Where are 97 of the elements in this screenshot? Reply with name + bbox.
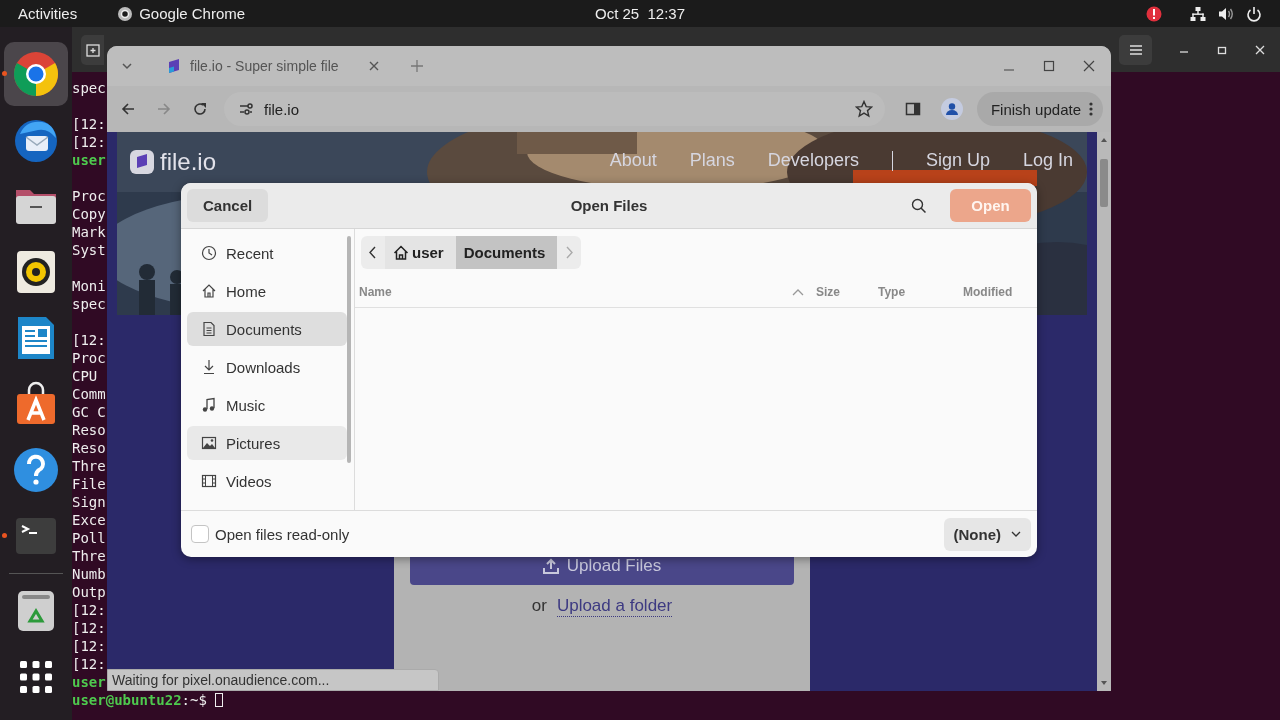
document-icon: [201, 321, 217, 337]
terminal-line: Exce: [72, 511, 106, 529]
prompt-user: user@ubuntu22: [72, 691, 182, 709]
sidebar-item[interactable]: Videos: [187, 464, 347, 498]
terminal-line: [12:: [72, 331, 106, 349]
status-bubble: Waiting for pixel.onaudience.com...: [107, 669, 439, 691]
address-bar[interactable]: file.io: [224, 92, 885, 126]
dialog-title: Open Files: [570, 197, 648, 214]
sidebar-item[interactable]: Home: [187, 274, 347, 308]
sidebar-item[interactable]: Downloads: [187, 350, 347, 384]
sidebar-item[interactable]: Pictures: [187, 426, 347, 460]
download-icon: [201, 359, 217, 375]
terminal-line: Reso: [72, 421, 106, 439]
star-icon[interactable]: [854, 100, 873, 118]
search-icon[interactable]: [911, 197, 927, 214]
terminal-line: [12:: [72, 655, 106, 673]
home-icon: [201, 283, 217, 299]
close-icon[interactable]: [1083, 60, 1095, 72]
or-text: or: [531, 596, 547, 617]
terminal-line: [12:: [72, 619, 106, 637]
network-icon[interactable]: [1190, 5, 1206, 22]
clock-icon: [201, 245, 217, 261]
terminal-line: user: [72, 151, 106, 169]
terminal-line: Poll: [72, 529, 106, 547]
path-button[interactable]: Documents: [455, 236, 558, 269]
scroll-thumb[interactable]: [1100, 159, 1108, 207]
clock[interactable]: Oct 25 12:37: [594, 5, 686, 22]
caret-icon: [1011, 531, 1021, 537]
terminal-line: File: [72, 475, 106, 493]
terminal-line: user: [72, 673, 106, 691]
cursor: [214, 693, 223, 707]
terminal-line: Proc: [72, 349, 106, 367]
terminal-line: Copy: [72, 205, 106, 223]
read-only-checkbox[interactable]: [191, 525, 209, 543]
back-icon[interactable]: [120, 101, 136, 117]
upload-folder-link[interactable]: Upload a folder: [556, 596, 673, 617]
scrollbar[interactable]: [347, 236, 351, 463]
terminal-line: Outp: [72, 583, 106, 601]
nav-link[interactable]: Sign Up: [925, 150, 990, 171]
help-icon[interactable]: [12, 446, 60, 494]
music-note-icon: [201, 397, 217, 413]
cancel-button[interactable]: Cancel: [187, 189, 268, 222]
close-tab-icon[interactable]: [369, 61, 379, 71]
new-tab-button[interactable]: [81, 34, 104, 65]
sidebar-item[interactable]: Music: [187, 388, 347, 422]
app-menu-button[interactable]: Google Chrome: [139, 5, 246, 22]
tab-search-icon[interactable]: [121, 60, 133, 72]
terminal-line: Moni: [72, 277, 106, 295]
profile-icon[interactable]: [940, 98, 963, 120]
film-icon: [201, 473, 217, 489]
side-panel-icon[interactable]: [904, 101, 921, 117]
site-logo[interactable]: file.io: [160, 148, 217, 176]
terminal-line: [12:: [72, 133, 106, 151]
power-icon[interactable]: [1246, 5, 1262, 22]
prompt-path: :~$: [181, 691, 207, 709]
activities-button[interactable]: Activities: [18, 5, 78, 22]
read-only-label[interactable]: Open files read-only: [215, 525, 350, 543]
terminal-line: [12:: [72, 637, 106, 655]
volume-icon[interactable]: [1218, 5, 1234, 22]
terminal-line: Mark: [72, 223, 106, 241]
browser-icon: [117, 5, 134, 22]
terminal-line: Sign: [72, 493, 106, 511]
maximize-icon[interactable]: [1043, 60, 1055, 72]
terminal-line: Numb: [72, 565, 106, 583]
sidebar-item[interactable]: Recent: [187, 236, 347, 270]
terminal-line: GC C: [72, 403, 106, 421]
site-settings-icon[interactable]: [238, 101, 254, 117]
menu-button[interactable]: [1119, 34, 1152, 65]
upload-icon: [542, 557, 559, 574]
new-tab-icon: [85, 41, 101, 58]
reload-icon[interactable]: [192, 101, 208, 117]
scroll-down-icon[interactable]: [1100, 680, 1108, 686]
home-icon: [393, 244, 409, 261]
terminal-line: Thre: [72, 547, 106, 565]
path-button[interactable]: user: [385, 236, 456, 269]
logo-icon[interactable]: [130, 150, 154, 174]
terminal-line: Thre: [72, 457, 106, 475]
browser-icon[interactable]: [12, 50, 60, 98]
scroll-up-icon[interactable]: [1100, 137, 1108, 143]
file-type-dropdown[interactable]: (None): [943, 517, 1031, 551]
favicon-icon: [167, 58, 181, 74]
terminal-line: Reso: [72, 439, 106, 457]
terminal-line: [12:: [72, 115, 106, 133]
nav-link[interactable]: Log In: [1022, 150, 1073, 171]
terminal-line: spec: [72, 295, 106, 313]
terminal-line: CPU: [72, 367, 98, 385]
terminal-line: [12:: [72, 601, 106, 619]
terminal-line: Syst: [72, 241, 106, 259]
terminal-line: Proc: [72, 187, 106, 205]
alert-icon[interactable]: [1146, 5, 1162, 22]
nav-link[interactable]: Developers: [767, 150, 859, 171]
picture-icon: [201, 435, 217, 451]
terminal-line: spec: [72, 79, 106, 97]
more-icon[interactable]: [1089, 101, 1093, 117]
terminal-line: Comm: [72, 385, 106, 403]
finish-update-button[interactable]: Finish update: [976, 92, 1103, 126]
sidebar-item[interactable]: Documents: [187, 312, 347, 346]
